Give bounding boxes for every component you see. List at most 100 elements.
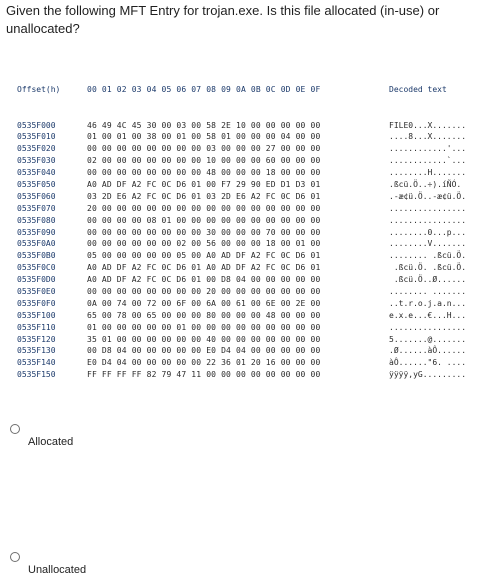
hex-row-offset: 0535F0F0	[17, 298, 56, 308]
hex-header: Offset(h) 00 01 02 03 04 05 06 07 08 09 …	[17, 84, 493, 96]
hex-row: 0535F100 65 00 78 00 65 00 00 00 80 00 00…	[17, 310, 493, 322]
hex-row-bytes: 05 00 00 00 00 00 05 00 A0 AD DF A2 FC 0…	[87, 251, 321, 261]
hex-row-bytes: 00 00 00 00 08 01 00 00 00 00 00 00 00 0…	[87, 215, 321, 225]
hex-row-bytes: 01 00 01 00 38 00 01 00 58 01 00 00 00 0…	[87, 132, 321, 142]
hex-row: 0535F0E0 00 00 00 00 00 00 00 00 20 00 00…	[17, 286, 493, 298]
hex-row-decoded: .ßcü.Ö..Ø......	[389, 275, 467, 285]
hex-row: 0535F150 FF FF FF FF 82 79 47 11 00 00 00…	[17, 369, 493, 381]
hex-row-bytes: 00 00 00 00 00 00 02 00 56 00 00 00 18 0…	[87, 239, 321, 249]
option-unallocated[interactable]: Unallocated	[8, 494, 488, 576]
hex-row-offset: 0535F080	[17, 215, 56, 225]
hex-row-decoded: ........ .......	[389, 286, 467, 296]
offset-header: Offset(h)	[17, 84, 61, 94]
hex-row-bytes: 20 00 00 00 00 00 00 00 00 00 00 00 00 0…	[87, 203, 321, 213]
hex-row: 0535F020 00 00 00 00 00 00 00 00 03 00 00…	[17, 143, 493, 155]
hex-dump: Offset(h) 00 01 02 03 04 05 06 07 08 09 …	[17, 60, 493, 393]
hex-row: 0535F0D0 A0 AD DF A2 FC 0C D6 01 00 D8 04…	[17, 274, 493, 286]
hex-row-decoded: ........H.......	[389, 168, 467, 178]
hex-row: 0535F0B0 05 00 00 00 00 00 05 00 A0 AD DF…	[17, 250, 493, 262]
hex-row-offset: 0535F110	[17, 322, 56, 332]
hex-row-offset: 0535F090	[17, 227, 56, 237]
hex-row: 0535F140 E0 D4 04 00 00 00 00 00 22 36 01…	[17, 357, 493, 369]
hex-row-offset: 0535F030	[17, 156, 56, 166]
radio-unallocated[interactable]	[10, 552, 20, 562]
option-label-allocated: Allocated	[28, 436, 74, 448]
hex-row-decoded: ÿÿÿÿ‚yG.........	[389, 370, 467, 380]
hex-row-offset: 0535F0D0	[17, 275, 56, 285]
hex-row: 0535F110 01 00 00 00 00 00 01 00 00 00 00…	[17, 322, 493, 334]
hex-row-offset: 0535F0A0	[17, 239, 56, 249]
hex-row: 0535F040 00 00 00 00 00 00 00 00 48 00 00…	[17, 167, 493, 179]
option-label-unallocated: Unallocated	[28, 564, 87, 576]
hex-row: 0535F0C0 A0 AD DF A2 FC 0C D6 01 A0 AD DF…	[17, 262, 493, 274]
hex-row-offset: 0535F120	[17, 334, 56, 344]
hex-row-decoded: FILE0...X.......	[389, 120, 467, 130]
hex-row: 0535F060 03 2D E6 A2 FC 0C D6 01 03 2D E6…	[17, 191, 493, 203]
hex-row-decoded: ........0...p...	[389, 227, 467, 237]
hex-row-offset: 0535F000	[17, 120, 56, 130]
hex-row-offset: 0535F140	[17, 358, 56, 368]
hex-row-bytes: 00 00 00 00 00 00 00 00 30 00 00 00 70 0…	[87, 227, 321, 237]
hex-row-bytes: 00 00 00 00 00 00 00 00 48 00 00 00 18 0…	[87, 168, 321, 178]
hex-row-offset: 0535F020	[17, 144, 56, 154]
hex-row-bytes: A0 AD DF A2 FC 0C D6 01 00 F7 29 90 ED D…	[87, 179, 321, 189]
hex-row-decoded: .Ø......àÔ......	[389, 346, 467, 356]
hex-row-decoded: ....8...X.......	[389, 132, 467, 142]
hex-row: 0535F090 00 00 00 00 00 00 00 00 30 00 00…	[17, 227, 493, 239]
hex-row-offset: 0535F0C0	[17, 263, 56, 273]
hex-row: 0535F0A0 00 00 00 00 00 00 02 00 56 00 00…	[17, 238, 493, 250]
hex-row-bytes: 46 49 4C 45 30 00 03 00 58 2E 10 00 00 0…	[87, 120, 321, 130]
hex-row-offset: 0535F010	[17, 132, 56, 142]
hex-row-decoded: .ßcü.Ö..÷).íÑÓ.	[389, 179, 462, 189]
option-allocated[interactable]: Allocated	[8, 424, 488, 494]
hex-columns-header: 00 01 02 03 04 05 06 07 08 09 0A 0B 0C 0…	[87, 84, 321, 94]
hex-row-offset: 0535F040	[17, 168, 56, 178]
hex-row-decoded: ................	[389, 322, 467, 332]
hex-row-offset: 0535F0E0	[17, 286, 56, 296]
answer-options: Allocated Unallocated	[8, 424, 488, 576]
hex-row: 0535F120 35 01 00 00 00 00 00 00 40 00 00…	[17, 334, 493, 346]
hex-row-decoded: ..t.r.o.j.a.n...	[389, 298, 467, 308]
question-text: Given the following MFT Entry for trojan…	[6, 3, 440, 36]
hex-row-bytes: 02 00 00 00 00 00 00 00 10 00 00 00 60 0…	[87, 156, 321, 166]
hex-row-decoded: .-æ¢ü.Ö..-æ¢ü.Ö.	[389, 191, 467, 201]
decoded-text-header: Decoded text	[389, 84, 447, 94]
hex-row-decoded: ................	[389, 203, 467, 213]
hex-row-decoded: ........V.......	[389, 239, 467, 249]
hex-row: 0535F130 00 D8 04 00 00 00 00 00 E0 D4 04…	[17, 345, 493, 357]
hex-row-bytes: 65 00 78 00 65 00 00 00 80 00 00 00 48 0…	[87, 310, 321, 320]
hex-row-bytes: 00 00 00 00 00 00 00 00 20 00 00 00 00 0…	[87, 286, 321, 296]
hex-row-bytes: A0 AD DF A2 FC 0C D6 01 A0 AD DF A2 FC 0…	[87, 263, 321, 273]
hex-row-offset: 0535F050	[17, 179, 56, 189]
hex-row-offset: 0535F150	[17, 370, 56, 380]
hex-row-bytes: FF FF FF FF 82 79 47 11 00 00 00 00 00 0…	[87, 370, 321, 380]
hex-row: 0535F050 A0 AD DF A2 FC 0C D6 01 00 F7 29…	[17, 179, 493, 191]
hex-row-decoded: àÔ......"6. ....	[389, 358, 467, 368]
hex-row-bytes: 0A 00 74 00 72 00 6F 00 6A 00 61 00 6E 0…	[87, 298, 321, 308]
hex-row-bytes: A0 AD DF A2 FC 0C D6 01 00 D8 04 00 00 0…	[87, 275, 321, 285]
hex-row-decoded: e.x.e...€...H...	[389, 310, 467, 320]
hex-row-bytes: 00 00 00 00 00 00 00 00 03 00 00 00 27 0…	[87, 144, 321, 154]
hex-row-bytes: 03 2D E6 A2 FC 0C D6 01 03 2D E6 A2 FC 0…	[87, 191, 321, 201]
hex-row-decoded: 5.......@.......	[389, 334, 467, 344]
hex-row-offset: 0535F060	[17, 191, 56, 201]
hex-row: 0535F080 00 00 00 00 08 01 00 00 00 00 00…	[17, 215, 493, 227]
hex-row: 0535F030 02 00 00 00 00 00 00 00 10 00 00…	[17, 155, 493, 167]
hex-row-decoded: ................	[389, 215, 467, 225]
hex-row-offset: 0535F100	[17, 310, 56, 320]
hex-row-bytes: E0 D4 04 00 00 00 00 00 22 36 01 20 16 0…	[87, 358, 321, 368]
hex-row-bytes: 00 D8 04 00 00 00 00 00 E0 D4 04 00 00 0…	[87, 346, 321, 356]
hex-row-bytes: 01 00 00 00 00 00 01 00 00 00 00 00 00 0…	[87, 322, 321, 332]
hex-row: 0535F070 20 00 00 00 00 00 00 00 00 00 00…	[17, 203, 493, 215]
hex-row-decoded: ............`...	[389, 156, 467, 166]
hex-row-decoded: .ßcü.Ö. .ßcü.Ö.	[389, 263, 467, 273]
hex-row-offset: 0535F070	[17, 203, 56, 213]
hex-rows: 0535F000 46 49 4C 45 30 00 03 00 58 2E 10…	[17, 120, 493, 382]
hex-row: 0535F010 01 00 01 00 38 00 01 00 58 01 00…	[17, 131, 493, 143]
radio-allocated[interactable]	[10, 424, 20, 434]
hex-row: 0535F0F0 0A 00 74 00 72 00 6F 00 6A 00 61…	[17, 298, 493, 310]
hex-row-decoded: ............'...	[389, 144, 467, 154]
hex-row-decoded: ........ .ßcü.Ö.	[389, 251, 467, 261]
hex-row-bytes: 35 01 00 00 00 00 00 00 40 00 00 00 00 0…	[87, 334, 321, 344]
hex-row: 0535F000 46 49 4C 45 30 00 03 00 58 2E 10…	[17, 120, 493, 132]
